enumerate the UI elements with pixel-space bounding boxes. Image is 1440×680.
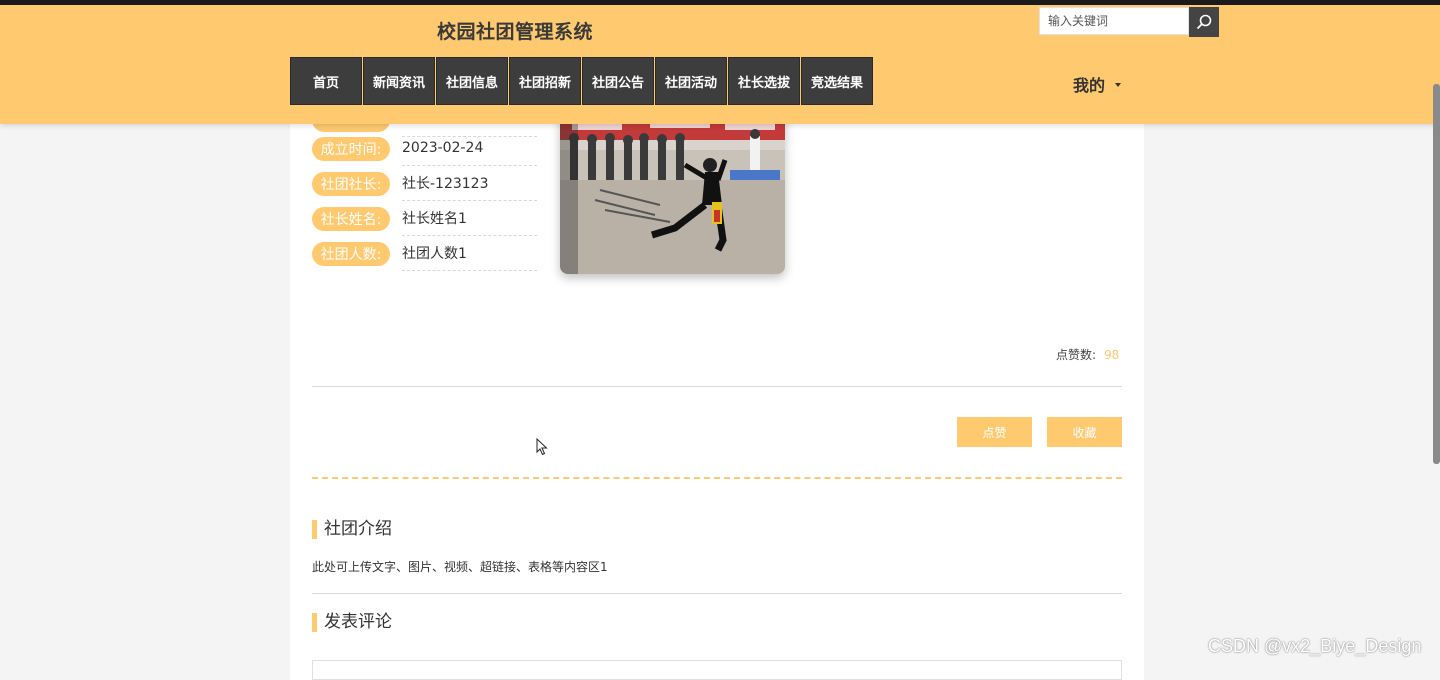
comment-section-title: 发表评论 [312, 613, 392, 632]
scrollbar[interactable] [1433, 84, 1440, 464]
nav-recruitment[interactable]: 社团招新 [509, 57, 581, 105]
nav-president-election[interactable]: 社长选拔 [728, 57, 800, 105]
intro-text: 此处可上传文字、图片、视频、超链接、表格等内容区1 [312, 560, 608, 574]
info-label: 成立时间: [312, 136, 390, 161]
info-row-president-name: 社长姓名: 社长姓名1 [312, 201, 537, 236]
nav-election-results[interactable]: 竞选结果 [801, 57, 873, 105]
info-value: 社长-123123 [402, 166, 537, 201]
info-label: 社团人数: [312, 241, 390, 266]
chevron-down-icon [1115, 83, 1122, 87]
intro-section-title: 社团介绍 [312, 520, 392, 539]
like-count: 点赞数: 98 [1056, 346, 1119, 363]
comment-input[interactable] [312, 660, 1122, 680]
club-photo [560, 110, 785, 274]
user-menu-label: 我的 [1073, 76, 1106, 95]
info-value: 2023-02-24 [402, 131, 537, 166]
site-title: 校园社团管理系统 [437, 21, 594, 43]
info-row-members: 社团人数: 社团人数1 [312, 236, 537, 271]
watermark: CSDN @vx2_Biye_Design [1208, 636, 1422, 656]
nav-news[interactable]: 新闻资讯 [363, 57, 435, 105]
site-header: 校园社团管理系统 首页 新闻资讯 社团信息 社团招新 社团公告 社团活动 社长选… [0, 5, 1440, 124]
user-menu[interactable]: 我的 [1073, 72, 1122, 96]
divider [312, 386, 1122, 387]
nav-home[interactable]: 首页 [290, 57, 362, 105]
info-row-founded: 成立时间: 2023-02-24 [312, 131, 537, 166]
info-row-president: 社团社长: 社长-123123 [312, 166, 537, 201]
info-value: 社团人数1 [402, 236, 537, 271]
like-count-label: 点赞数: [1056, 348, 1097, 362]
nav-club-info[interactable]: 社团信息 [436, 57, 508, 105]
divider [312, 593, 1122, 594]
dashed-divider [312, 477, 1122, 479]
search-button[interactable] [1189, 7, 1219, 37]
nav-announcements[interactable]: 社团公告 [582, 57, 654, 105]
like-count-value: 98 [1104, 348, 1120, 362]
info-value: 社长姓名1 [402, 201, 537, 236]
search-input[interactable] [1039, 7, 1189, 35]
favorite-button[interactable]: 收藏 [1047, 417, 1122, 447]
mouse-cursor-icon [536, 438, 548, 456]
info-label: 社长姓名: [312, 206, 390, 231]
search-icon [1196, 14, 1212, 30]
like-button[interactable]: 点赞 [957, 417, 1032, 447]
nav-activities[interactable]: 社团活动 [655, 57, 727, 105]
main-nav: 首页 新闻资讯 社团信息 社团招新 社团公告 社团活动 社长选拔 竞选结果 [290, 57, 873, 105]
browser-top-edge [0, 0, 1440, 5]
info-label: 社团社长: [312, 171, 390, 196]
